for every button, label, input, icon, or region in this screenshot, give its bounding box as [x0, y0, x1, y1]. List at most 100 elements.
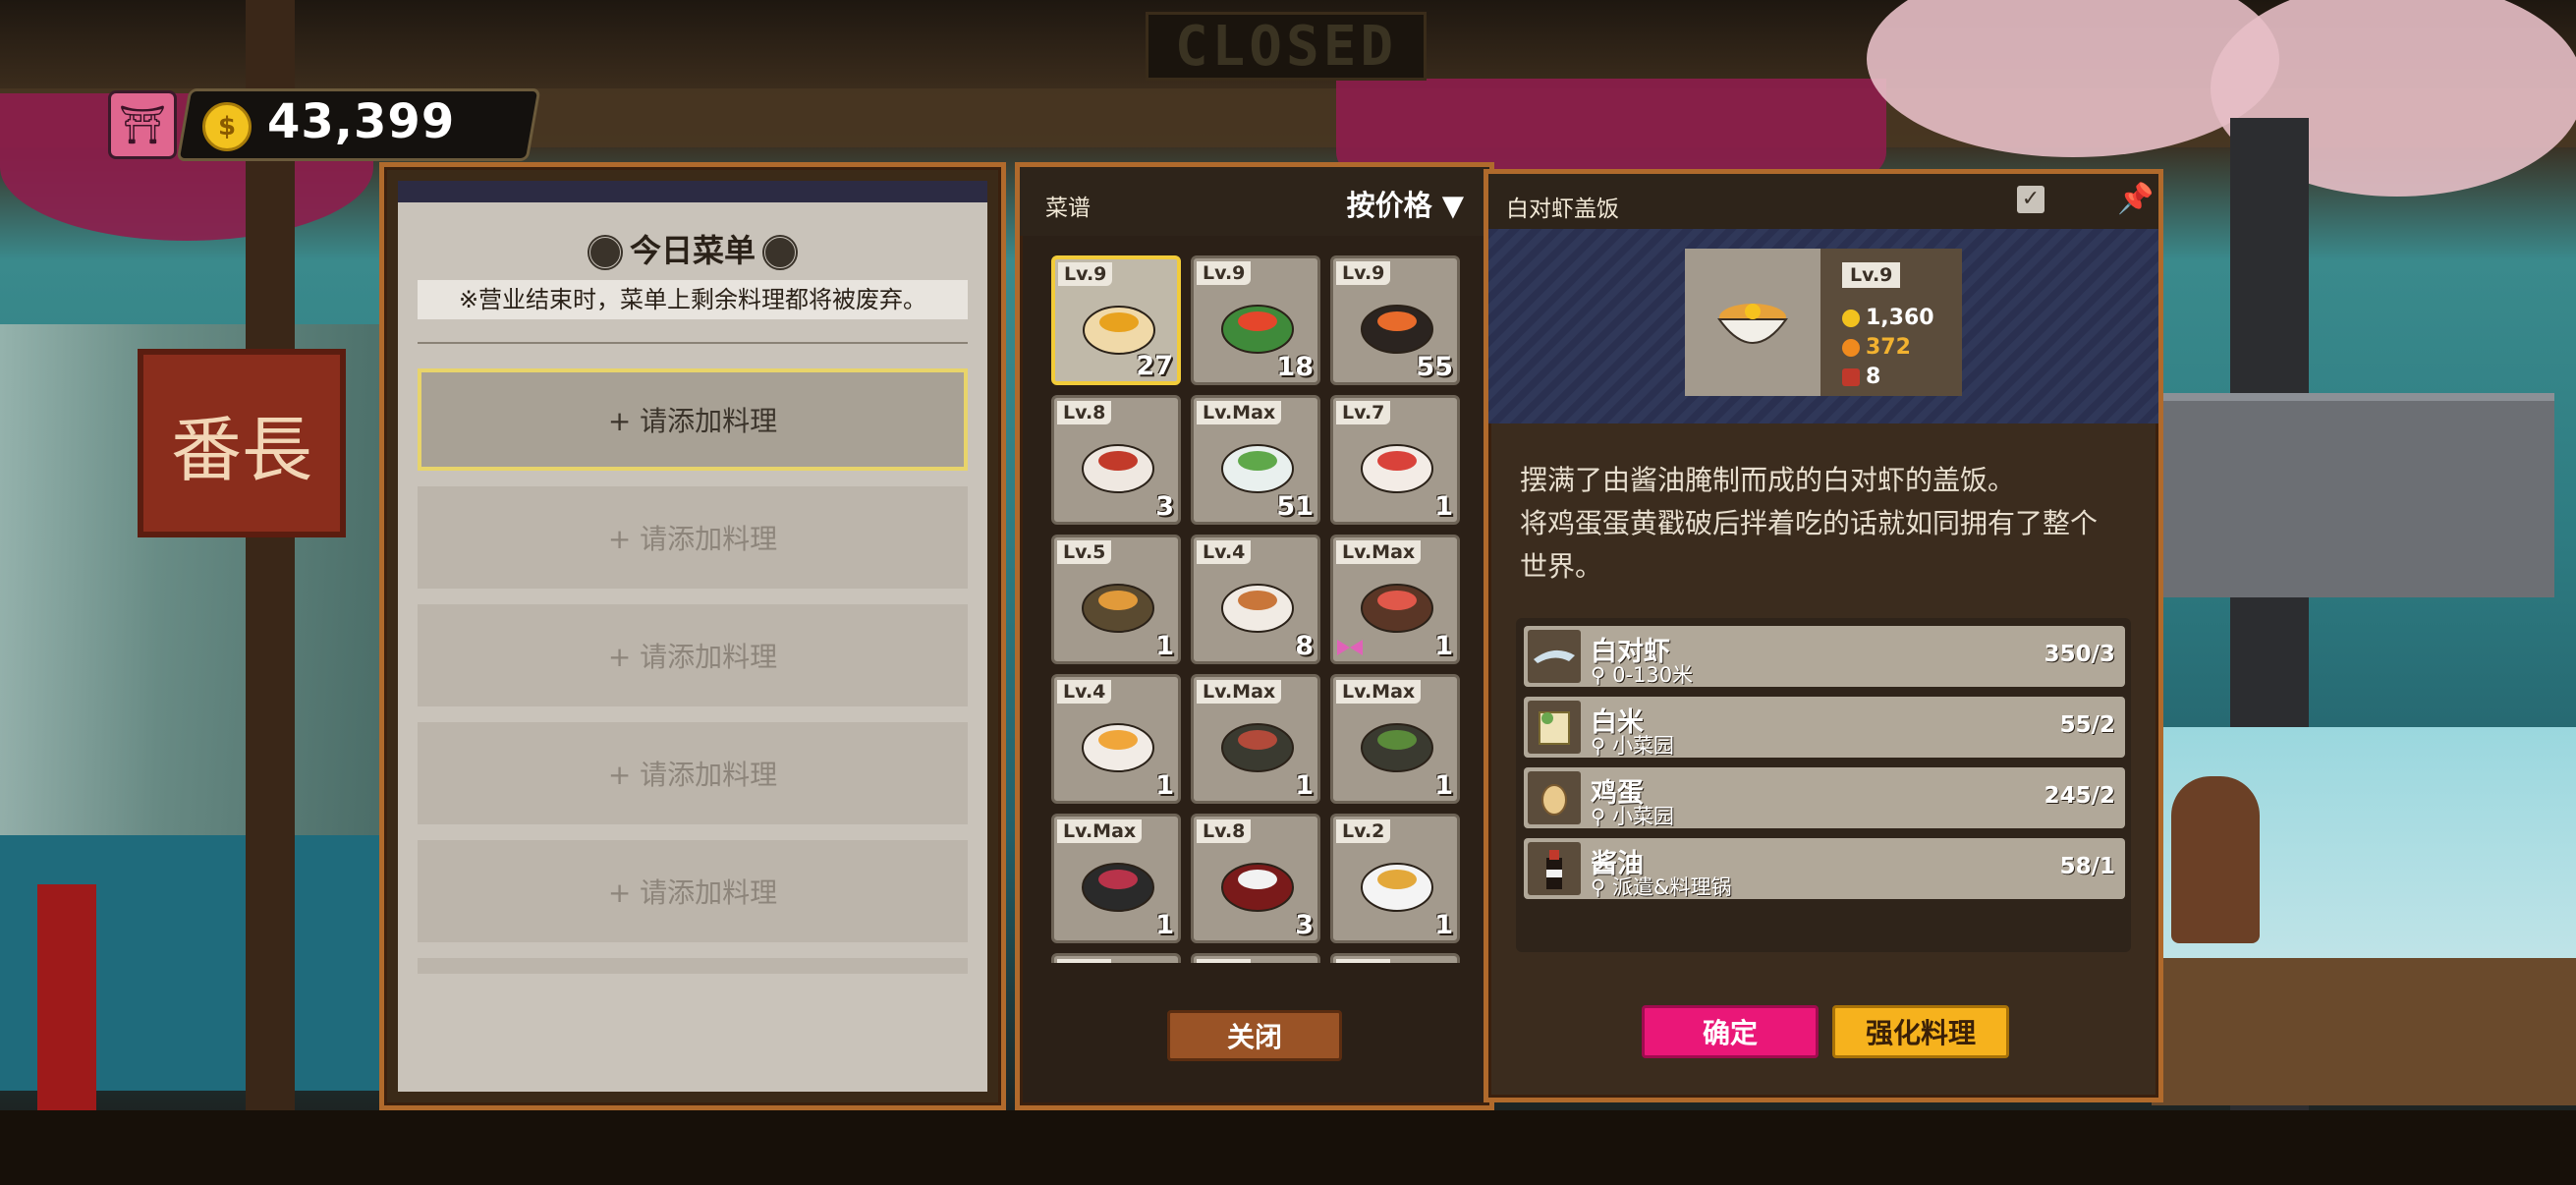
recipe-item[interactable]: Lv.9 27 [1051, 255, 1181, 385]
red-post [37, 884, 96, 1110]
menu-top-band [398, 181, 987, 202]
triangle-down-icon: ▼ [1431, 189, 1464, 222]
chef-character [2171, 776, 2260, 943]
closed-sign: CLOSED [1146, 12, 1427, 81]
recipe-count: 18 [1276, 352, 1314, 382]
shrimp-icon [1528, 630, 1581, 683]
checkbox-icon[interactable]: ✓ [2017, 186, 2044, 213]
portion-stat: 8 [1842, 365, 1880, 389]
recipe-item[interactable]: Lv.Max 1 [1330, 674, 1460, 804]
dish-icon [1221, 444, 1294, 493]
menu-slot[interactable]: + 请添加料理 [418, 486, 968, 589]
recipe-item[interactable]: Lv.8 3 [1051, 395, 1181, 525]
kitchen-hood [2161, 393, 2554, 597]
recipe-count: 1 [1155, 770, 1174, 801]
rice-bowl-icon [1717, 304, 1788, 344]
menu-note: ※营业结束时，菜单上剩余料理都将被废弃。 [418, 280, 968, 319]
location-pin-icon: ⚲ [1591, 805, 1613, 828]
dish-icon [1082, 723, 1154, 772]
recipe-level: Lv.9 [1197, 261, 1252, 285]
recipe-grid: Lv.9 27 Lv.9 18 Lv.9 55 Lv.8 3 Lv.Max 51 Lv.7 1 Lv.5… [1051, 255, 1464, 963]
shop-sign-text: 番長 [170, 408, 312, 491]
ingredient-qty: 245/2 [2044, 783, 2115, 809]
ingredient-location-text: 0-130米 [1612, 663, 1694, 687]
shop-stall-icon[interactable]: ⛩ [108, 90, 177, 159]
recipe-level: Lv.Max [1197, 401, 1282, 424]
kitchen-counter [2152, 958, 2576, 1105]
recipe-item[interactable]: Lv.Max 1 [1051, 814, 1181, 943]
recipe-item[interactable]: Lv.2 [1191, 953, 1320, 963]
dish-description: 摆满了由酱油腌制而成的白对虾的盖饭。 将鸡蛋蛋黄戳破后拌着吃的话就如同拥有了整个… [1520, 459, 2129, 589]
recipe-count: 1 [1434, 491, 1453, 522]
ingredient-row[interactable]: 白对虾 ⚲ 0-130米 350/3 [1524, 626, 2125, 687]
sort-dropdown[interactable]: 按价格 ▼ [1347, 183, 1464, 224]
recipe-item[interactable]: Lv.9 18 [1191, 255, 1320, 385]
menu-divider [418, 342, 968, 344]
recipe-count: 1 [1434, 631, 1453, 661]
ingredient-location-text: 小菜园 [1612, 734, 1675, 758]
ingredient-row[interactable]: 白米 ⚲ 小菜园 55/2 [1524, 697, 2125, 758]
recipe-level: Lv.2 [1336, 959, 1391, 963]
enhance-button[interactable]: 强化料理 [1832, 1005, 2009, 1058]
shop-sign: 番長 [138, 349, 346, 537]
menu-title-text: 今日菜单 [629, 232, 756, 269]
recipe-item[interactable]: Lv.2 [1330, 953, 1460, 963]
recipe-count: 3 [1155, 491, 1174, 522]
ingredient-qty: 58/1 [2059, 854, 2115, 879]
menu-slot[interactable]: + 请添加料理 [418, 722, 968, 824]
recipe-count: 51 [1276, 491, 1314, 522]
favorite-ribbon-icon [1337, 640, 1363, 655]
ingredient-row[interactable]: 酱油 ⚲ 派遣&料理锅 58/1 [1524, 838, 2125, 899]
recipe-item[interactable]: Lv.4 1 [1051, 674, 1181, 804]
dish-icon [1361, 863, 1433, 912]
recipe-count: 1 [1434, 770, 1453, 801]
money-value: 43,399 [267, 94, 456, 149]
recipe-level: Lv.8 [1057, 401, 1112, 424]
ingredient-row[interactable]: 鸡蛋 ⚲ 小菜园 245/2 [1524, 767, 2125, 828]
taste-icon [1842, 338, 1860, 357]
detail-hero: Lv.9 1,360 372 8 [1488, 229, 2158, 423]
closed-sign-text: CLOSED [1174, 14, 1398, 79]
dish-icon [1082, 863, 1154, 912]
dish-level: Lv.9 [1842, 262, 1901, 288]
recipe-item[interactable]: Lv.8 3 [1191, 814, 1320, 943]
menu-slot[interactable]: + 请添加料理 [418, 840, 968, 942]
recipe-item[interactable]: Lv.5 1 [1051, 535, 1181, 664]
ingredient-qty: 55/2 [2059, 712, 2115, 738]
recipe-count: 8 [1295, 631, 1314, 661]
recipe-count: 1 [1155, 910, 1174, 940]
recipe-item[interactable]: Lv.7 1 [1330, 395, 1460, 525]
pin-icon[interactable]: 📌 [2117, 182, 2154, 216]
dish-icon [1221, 305, 1294, 354]
recipe-item[interactable]: Lv.2 1 [1330, 814, 1460, 943]
recipe-panel: 菜谱 按价格 ▼ Lv.9 27 Lv.9 18 Lv.9 55 Lv.8 3 Lv.Max 51… [1015, 162, 1494, 1110]
confirm-button[interactable]: 确定 [1642, 1005, 1819, 1058]
menu-slot[interactable]: + 请添加料理 [418, 368, 968, 471]
recipe-level: Lv.Max [1336, 680, 1422, 704]
recipe-item[interactable]: Lv.2 [1051, 953, 1181, 963]
wave-ornament-icon [586, 234, 624, 271]
sort-label: 按价格 [1346, 189, 1432, 222]
recipe-item[interactable]: Lv.4 8 [1191, 535, 1320, 664]
recipe-item[interactable]: Lv.Max 51 [1191, 395, 1320, 525]
recipe-count: 55 [1416, 352, 1453, 382]
recipe-item[interactable]: Lv.9 55 [1330, 255, 1460, 385]
ingredient-list: 白对虾 ⚲ 0-130米 350/3 白米 ⚲ 小菜园 55/2 鸡蛋 ⚲ 小菜… [1516, 618, 2131, 952]
ingredient-location: ⚲ 小菜园 [1591, 730, 1674, 760]
close-button[interactable]: 关闭 [1167, 1010, 1342, 1061]
rice-icon [1528, 701, 1581, 754]
dish-icon [1361, 444, 1433, 493]
bowl-icon [1842, 367, 1860, 386]
floor [0, 1110, 2576, 1185]
dish-icon [1221, 584, 1294, 633]
recipe-item[interactable]: Lv.Max 1 [1330, 535, 1460, 664]
today-menu-panel: 今日菜单 ※营业结束时，菜单上剩余料理都将被废弃。 + 请添加料理 + 请添加料… [379, 162, 1006, 1110]
menu-slot[interactable]: + 请添加料理 [418, 604, 968, 706]
dish-stats: Lv.9 1,360 372 8 [1820, 249, 1962, 396]
ingredient-location: ⚲ 派遣&料理锅 [1591, 872, 1731, 901]
recipe-item[interactable]: Lv.Max 1 [1191, 674, 1320, 804]
taste-value: 372 [1866, 335, 1911, 360]
recipe-count: 1 [1434, 910, 1453, 940]
dish-icon [1082, 444, 1154, 493]
ingredient-qty: 350/3 [2044, 642, 2115, 667]
